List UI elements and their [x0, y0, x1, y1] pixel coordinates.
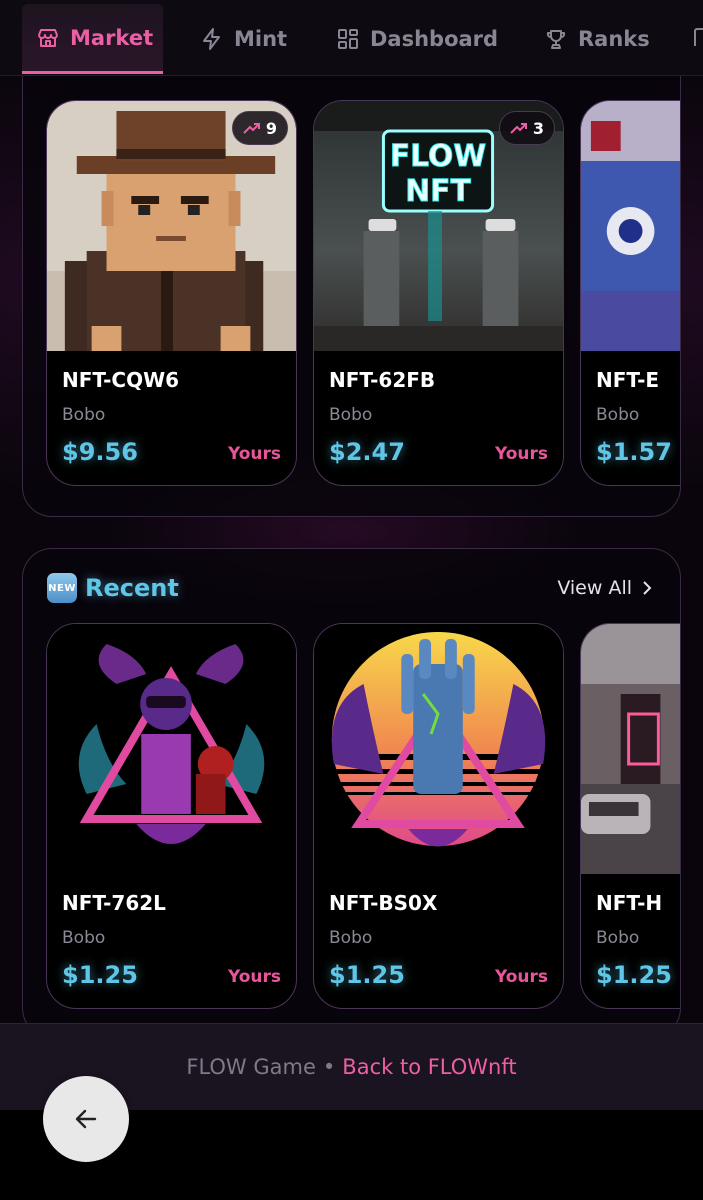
tab-mint-label: Mint — [234, 27, 288, 51]
trending-up-icon — [243, 123, 260, 134]
nft-card[interactable]: NFT-762L Bobo $1.25 Yours — [46, 623, 297, 1009]
nft-name: NFT-H — [596, 891, 663, 915]
nft-price: $2.47 — [329, 438, 405, 466]
nft-price: $9.56 — [62, 438, 138, 466]
tab-market[interactable]: Market — [22, 4, 163, 74]
back-to-flownft-link[interactable]: Back to FLOWnft — [342, 1055, 516, 1079]
back-button[interactable] — [43, 1076, 129, 1162]
trend-count: 3 — [532, 118, 544, 138]
nft-price: $1.57 — [596, 438, 672, 466]
nft-image — [314, 624, 563, 874]
grid-icon — [338, 29, 358, 49]
chevron-right-icon — [643, 581, 652, 595]
recent-section: NEW Recent View All NFT-762L Bobo $1.25 … — [22, 548, 681, 1038]
nft-owner-tag: Yours — [494, 444, 548, 464]
nft-name: NFT-CQW6 — [62, 368, 180, 392]
nft-creator: Bobo — [62, 928, 106, 948]
nft-creator: Bobo — [596, 928, 640, 948]
nft-owner-tag: Yours — [227, 967, 281, 987]
tab-ranks-label: Ranks — [578, 27, 650, 51]
top-navigation: Market Mint Dashboard Ranks — [0, 0, 703, 76]
nft-price: $1.25 — [329, 961, 405, 989]
nft-creator: Bobo — [329, 405, 373, 425]
trend-badge: 9 — [231, 111, 288, 145]
trophy-icon — [546, 30, 566, 49]
store-icon — [38, 28, 58, 47]
view-all-label: View All — [557, 577, 632, 599]
nft-card[interactable]: FLOW NFT 3 NFT-62FB Bobo $2.47 Yours — [313, 100, 564, 486]
view-all-link[interactable]: View All — [557, 577, 652, 599]
tab-dashboard[interactable]: Dashboard — [336, 4, 498, 74]
nft-price: $1.25 — [62, 961, 138, 989]
recent-carousel[interactable]: NFT-762L Bobo $1.25 Yours NFT-BS0X Bobo … — [46, 623, 680, 1037]
nft-image — [581, 624, 680, 874]
nft-name: NFT-E — [596, 368, 660, 392]
tab-ranks[interactable]: Ranks — [544, 4, 650, 74]
trend-badge: 3 — [498, 111, 555, 145]
nft-card[interactable]: 9 NFT-CQW6 Bobo $9.56 Yours — [46, 100, 297, 486]
tab-dashboard-label: Dashboard — [370, 27, 499, 51]
nft-creator: Bobo — [596, 405, 640, 425]
nft-card[interactable]: NFT-BS0X Bobo $1.25 Yours — [313, 623, 564, 1009]
trending-carousel[interactable]: 9 NFT-CQW6 Bobo $9.56 Yours FLOW NFT 3 N… — [46, 100, 680, 516]
footer-separator: • — [322, 1055, 336, 1079]
overflow-tab-icon — [694, 28, 703, 46]
nft-creator: Bobo — [62, 405, 106, 425]
nft-name: NFT-62FB — [329, 368, 436, 392]
svg-text:NFT: NFT — [405, 174, 471, 209]
trending-up-icon — [510, 123, 527, 134]
nft-image — [47, 624, 296, 874]
nft-name: NFT-BS0X — [329, 891, 438, 915]
new-badge-icon: NEW — [47, 573, 77, 603]
nft-owner-tag: Yours — [227, 444, 281, 464]
nft-card[interactable]: NFT-E Bobo $1.57 — [580, 100, 680, 486]
nft-image — [581, 101, 680, 351]
tab-market-label: Market — [70, 25, 154, 50]
nft-name: NFT-762L — [62, 891, 166, 915]
nft-creator: Bobo — [329, 928, 373, 948]
nft-card[interactable]: NFT-H Bobo $1.25 — [580, 623, 680, 1009]
tab-mint[interactable]: Mint — [200, 4, 287, 74]
section-title: Recent — [85, 574, 179, 602]
recent-header: NEW Recent — [47, 573, 179, 603]
arrow-left-icon — [75, 1109, 97, 1129]
svg-text:FLOW: FLOW — [390, 139, 486, 174]
nft-price: $1.25 — [596, 961, 672, 989]
footer-text: FLOW Game — [186, 1055, 316, 1079]
lightning-icon — [203, 28, 220, 50]
trend-count: 9 — [265, 118, 277, 138]
trending-section: 9 NFT-CQW6 Bobo $9.56 Yours FLOW NFT 3 N… — [22, 40, 681, 517]
nft-owner-tag: Yours — [494, 967, 548, 987]
